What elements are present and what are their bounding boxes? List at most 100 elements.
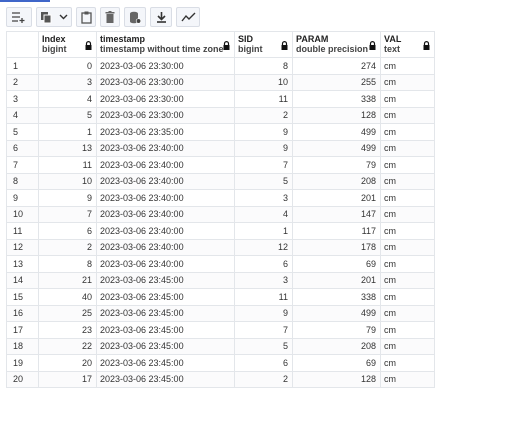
row-number[interactable]: 13	[6, 255, 39, 273]
cell-timestamp[interactable]: 2023-03-06 23:30:00	[96, 106, 235, 124]
cell-timestamp[interactable]: 2023-03-06 23:45:00	[96, 288, 235, 306]
graph-visualiser-button[interactable]	[176, 7, 200, 27]
table-row[interactable]: 12 2 2023-03-06 23:40:00 12 178 cm	[6, 238, 435, 256]
cell-timestamp[interactable]: 2023-03-06 23:45:00	[96, 337, 235, 355]
cell-sid[interactable]: 5	[234, 337, 293, 355]
row-number[interactable]: 14	[6, 271, 39, 289]
cell-val[interactable]: cm	[380, 106, 435, 124]
cell-timestamp[interactable]: 2023-03-06 23:40:00	[96, 156, 235, 174]
row-number-header[interactable]	[6, 31, 39, 58]
cell-val[interactable]: cm	[380, 255, 435, 273]
cell-sid[interactable]: 1	[234, 222, 293, 240]
cell-param[interactable]: 201	[292, 189, 381, 207]
copy-button[interactable]	[36, 7, 72, 27]
column-header-val[interactable]: VAL text	[380, 31, 435, 58]
cell-sid[interactable]: 12	[234, 238, 293, 256]
cell-index[interactable]: 9	[38, 189, 97, 207]
cell-param[interactable]: 255	[292, 73, 381, 91]
cell-index[interactable]: 21	[38, 271, 97, 289]
cell-index[interactable]: 5	[38, 106, 97, 124]
cell-index[interactable]: 23	[38, 321, 97, 339]
cell-index[interactable]: 40	[38, 288, 97, 306]
column-header-sid[interactable]: SID bigint	[234, 31, 293, 58]
cell-index[interactable]: 2	[38, 238, 97, 256]
cell-index[interactable]: 10	[38, 172, 97, 190]
save-data-button[interactable]	[124, 7, 146, 27]
cell-param[interactable]: 208	[292, 337, 381, 355]
row-number[interactable]: 18	[6, 337, 39, 355]
row-number[interactable]: 20	[6, 370, 39, 388]
cell-param[interactable]: 274	[292, 57, 381, 75]
cell-timestamp[interactable]: 2023-03-06 23:45:00	[96, 271, 235, 289]
cell-timestamp[interactable]: 2023-03-06 23:45:00	[96, 370, 235, 388]
cell-val[interactable]: cm	[380, 57, 435, 75]
cell-sid[interactable]: 8	[234, 57, 293, 75]
cell-param[interactable]: 208	[292, 172, 381, 190]
cell-val[interactable]: cm	[380, 354, 435, 372]
row-number[interactable]: 5	[6, 123, 39, 141]
row-number[interactable]: 2	[6, 73, 39, 91]
row-number[interactable]: 16	[6, 304, 39, 322]
row-number[interactable]: 9	[6, 189, 39, 207]
cell-index[interactable]: 13	[38, 139, 97, 157]
row-number[interactable]: 12	[6, 238, 39, 256]
cell-sid[interactable]: 9	[234, 123, 293, 141]
paste-button[interactable]	[76, 7, 96, 27]
row-number[interactable]: 6	[6, 139, 39, 157]
table-row[interactable]: 13 8 2023-03-06 23:40:00 6 69 cm	[6, 255, 435, 273]
cell-val[interactable]: cm	[380, 123, 435, 141]
cell-val[interactable]: cm	[380, 156, 435, 174]
cell-val[interactable]: cm	[380, 337, 435, 355]
cell-val[interactable]: cm	[380, 189, 435, 207]
cell-index[interactable]: 3	[38, 73, 97, 91]
table-row[interactable]: 8 10 2023-03-06 23:40:00 5 208 cm	[6, 172, 435, 190]
cell-timestamp[interactable]: 2023-03-06 23:40:00	[96, 172, 235, 190]
table-row[interactable]: 7 11 2023-03-06 23:40:00 7 79 cm	[6, 156, 435, 174]
cell-sid[interactable]: 4	[234, 205, 293, 223]
cell-sid[interactable]: 2	[234, 370, 293, 388]
cell-index[interactable]: 25	[38, 304, 97, 322]
cell-param[interactable]: 128	[292, 370, 381, 388]
cell-timestamp[interactable]: 2023-03-06 23:35:00	[96, 123, 235, 141]
cell-index[interactable]: 7	[38, 205, 97, 223]
cell-param[interactable]: 128	[292, 106, 381, 124]
cell-sid[interactable]: 11	[234, 288, 293, 306]
cell-timestamp[interactable]: 2023-03-06 23:45:00	[96, 321, 235, 339]
row-number[interactable]: 4	[6, 106, 39, 124]
cell-timestamp[interactable]: 2023-03-06 23:30:00	[96, 73, 235, 91]
cell-sid[interactable]: 3	[234, 271, 293, 289]
table-row[interactable]: 6 13 2023-03-06 23:40:00 9 499 cm	[6, 139, 435, 157]
table-row[interactable]: 1 0 2023-03-06 23:30:00 8 274 cm	[6, 57, 435, 75]
row-number[interactable]: 8	[6, 172, 39, 190]
table-row[interactable]: 16 25 2023-03-06 23:45:00 9 499 cm	[6, 304, 435, 322]
cell-timestamp[interactable]: 2023-03-06 23:40:00	[96, 222, 235, 240]
cell-sid[interactable]: 7	[234, 321, 293, 339]
cell-val[interactable]: cm	[380, 90, 435, 108]
cell-sid[interactable]: 7	[234, 156, 293, 174]
cell-timestamp[interactable]: 2023-03-06 23:40:00	[96, 238, 235, 256]
cell-param[interactable]: 499	[292, 123, 381, 141]
cell-param[interactable]: 79	[292, 156, 381, 174]
add-row-button[interactable]	[6, 7, 32, 27]
column-header-timestamp[interactable]: timestamp timestamp without time zone	[96, 31, 235, 58]
cell-param[interactable]: 147	[292, 205, 381, 223]
cell-param[interactable]: 201	[292, 271, 381, 289]
cell-timestamp[interactable]: 2023-03-06 23:45:00	[96, 304, 235, 322]
cell-sid[interactable]: 10	[234, 73, 293, 91]
cell-timestamp[interactable]: 2023-03-06 23:40:00	[96, 139, 235, 157]
cell-val[interactable]: cm	[380, 238, 435, 256]
cell-val[interactable]: cm	[380, 172, 435, 190]
row-number[interactable]: 17	[6, 321, 39, 339]
cell-param[interactable]: 499	[292, 304, 381, 322]
column-header-index[interactable]: Index bigint	[38, 31, 97, 58]
table-row[interactable]: 4 5 2023-03-06 23:30:00 2 128 cm	[6, 106, 435, 124]
cell-param[interactable]: 178	[292, 238, 381, 256]
table-row[interactable]: 18 22 2023-03-06 23:45:00 5 208 cm	[6, 337, 435, 355]
row-number[interactable]: 3	[6, 90, 39, 108]
row-number[interactable]: 1	[6, 57, 39, 75]
cell-timestamp[interactable]: 2023-03-06 23:45:00	[96, 354, 235, 372]
cell-param[interactable]: 117	[292, 222, 381, 240]
table-row[interactable]: 15 40 2023-03-06 23:45:00 11 338 cm	[6, 288, 435, 306]
table-row[interactable]: 17 23 2023-03-06 23:45:00 7 79 cm	[6, 321, 435, 339]
cell-param[interactable]: 499	[292, 139, 381, 157]
